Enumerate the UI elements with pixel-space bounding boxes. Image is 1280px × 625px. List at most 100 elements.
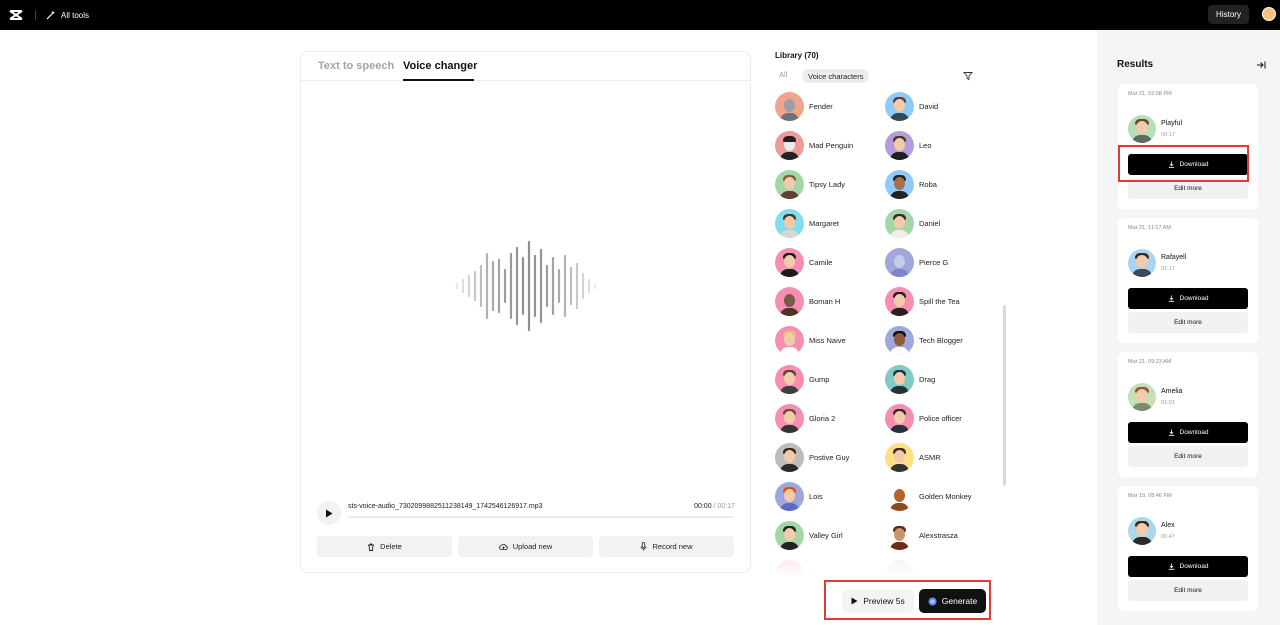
voice-item[interactable]: Tech Blogger — [885, 325, 963, 355]
voice-name: Fender — [809, 101, 833, 111]
voice-item[interactable]: Drag — [885, 364, 935, 394]
download-button[interactable]: Download — [1128, 288, 1248, 309]
cloud-upload-icon — [498, 543, 508, 550]
voice-avatar — [775, 286, 804, 316]
voice-item[interactable]: Miss Naive — [775, 325, 846, 355]
upload-new-button[interactable]: Upload new — [458, 536, 593, 557]
voice-avatar — [885, 130, 914, 160]
voice-name: Golden Monkey — [919, 491, 972, 501]
voice-avatar — [775, 208, 804, 238]
play-button[interactable] — [317, 501, 341, 525]
voice-name: Daniel — [919, 218, 941, 228]
result-card: Mar 19, 08:46 PM Alex 00:47 Download Edi… — [1118, 486, 1258, 611]
user-avatar[interactable] — [1262, 7, 1276, 21]
library-scrollbar[interactable] — [1003, 305, 1006, 486]
play-icon — [851, 597, 858, 605]
result-voice-name: Amelia — [1161, 388, 1183, 395]
voice-item[interactable]: David — [885, 91, 938, 121]
voice-item[interactable]: Margaret — [775, 208, 839, 238]
voice-item[interactable]: Gloria 2 — [775, 403, 835, 433]
capcut-logo-icon[interactable] — [9, 8, 23, 22]
result-avatar — [1128, 115, 1156, 143]
voice-item[interactable]: ASMR — [885, 442, 941, 472]
voice-item[interactable]: Lois — [775, 481, 823, 511]
audio-waveform — [455, 240, 597, 332]
download-label: Download — [1179, 295, 1209, 302]
voice-name: Police officer — [919, 413, 962, 423]
result-date: Mar 21, 09:23 AM — [1128, 359, 1172, 365]
voice-item[interactable]: Police officer — [885, 403, 962, 433]
delete-button[interactable]: Delete — [317, 536, 452, 557]
voice-item[interactable]: Roba — [885, 169, 937, 199]
tab-text-to-speech[interactable]: Text to speech — [318, 60, 394, 72]
result-duration: 01:17 — [1161, 266, 1175, 272]
playback-progress-bar[interactable] — [348, 516, 734, 518]
voice-item[interactable]: Alexstrasza — [885, 520, 958, 550]
result-date: Mar 19, 08:46 PM — [1128, 493, 1172, 499]
record-new-button[interactable]: Record new — [599, 536, 734, 557]
voice-item[interactable]: Valley Girl — [775, 520, 843, 550]
voice-item[interactable]: Pierce G — [885, 247, 948, 277]
voice-item[interactable]: Spill the Tea — [885, 286, 960, 316]
edit-more-button[interactable]: Edit more — [1128, 312, 1248, 333]
voice-item[interactable]: Gump — [775, 364, 829, 394]
voice-library-list[interactable]: Fender Mad Penguin Tipsy Lady Margaret C… — [775, 91, 1005, 575]
voice-name: Margaret — [809, 218, 840, 228]
history-button[interactable]: History — [1208, 5, 1249, 24]
voice-name: Alexstrasza — [919, 530, 958, 540]
edit-more-button[interactable]: Edit more — [1128, 446, 1248, 467]
preview-button[interactable]: Preview 5s — [842, 589, 914, 613]
result-date: Mar 21, 11:17 AM — [1128, 225, 1172, 231]
delete-label: Delete — [380, 542, 402, 551]
filter-voice-characters-chip[interactable]: Voice characters — [802, 69, 870, 83]
result-duration: 00:47 — [1161, 534, 1175, 540]
generate-label: Generate — [941, 596, 978, 606]
result-voice-name: Alex — [1161, 522, 1175, 529]
results-title: Results — [1117, 59, 1154, 70]
voice-item[interactable]: Fender — [775, 91, 833, 121]
audio-actions: Delete Upload new Record new — [317, 536, 735, 557]
voice-avatar — [885, 169, 914, 199]
download-button[interactable]: Download — [1128, 422, 1248, 443]
voice-name: Drag — [919, 374, 936, 384]
results-panel: Results Mar 21, 02:08 PM Playful 00:17 D… — [1097, 30, 1280, 625]
voice-item[interactable]: Daniel — [885, 208, 940, 238]
voice-name: Spill the Tea — [919, 296, 960, 306]
play-icon — [326, 509, 333, 517]
download-icon — [1168, 295, 1174, 302]
record-new-label: Record new — [652, 542, 693, 551]
voice-avatar — [775, 325, 804, 355]
audio-player: sts-voice-audio_7302099882511238149_1742… — [317, 501, 735, 527]
voice-avatar — [775, 481, 804, 511]
microphone-icon — [641, 542, 647, 551]
active-tab-indicator — [403, 79, 474, 81]
voice-item[interactable]: Postive Guy — [775, 442, 849, 472]
voice-item[interactable]: Golden Monkey — [885, 481, 972, 511]
voice-name: ASMR — [919, 452, 941, 462]
result-avatar — [1128, 249, 1156, 277]
time-separator: / — [713, 503, 716, 510]
voice-avatar — [885, 286, 914, 316]
voice-name: Boman H — [809, 296, 841, 306]
voice-item[interactable]: Boman H — [775, 286, 840, 316]
all-tools-button[interactable]: All tools — [46, 8, 89, 22]
edit-more-button[interactable]: Edit more — [1128, 580, 1248, 601]
filter-all-chip[interactable]: All — [779, 70, 787, 79]
total-time: 00:17 — [717, 503, 735, 510]
voice-item[interactable]: Leo — [885, 130, 932, 160]
tab-voice-changer[interactable]: Voice changer — [403, 60, 477, 72]
voice-avatar — [775, 130, 804, 160]
voice-item[interactable]: Camile — [775, 247, 832, 277]
download-button[interactable]: Download — [1128, 556, 1248, 577]
topbar-divider — [35, 10, 36, 20]
voice-item[interactable]: Tipsy Lady — [775, 169, 845, 199]
voice-avatar — [775, 91, 804, 121]
voice-name: Lois — [809, 491, 823, 501]
generate-button[interactable]: Generate — [919, 589, 986, 613]
filter-icon[interactable] — [963, 71, 973, 81]
collapse-panel-icon[interactable] — [1256, 60, 1266, 70]
voice-avatar — [885, 403, 914, 433]
download-label: Download — [1179, 429, 1209, 436]
voice-avatar — [885, 208, 914, 238]
voice-item[interactable]: Mad Penguin — [775, 130, 853, 160]
